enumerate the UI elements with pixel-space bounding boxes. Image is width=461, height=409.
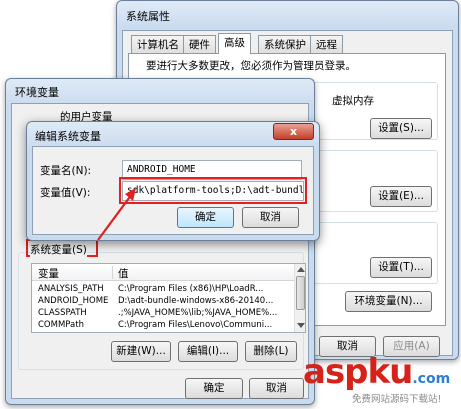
button-label: 应用(A) [393,340,430,352]
button-label: 编辑(I)... [186,345,230,357]
virtual-memory-label: 虚拟内存 [332,95,374,107]
admin-note: 要进行大多数更改，您必须作为管理员登录。 [146,60,356,72]
envvars-cancel-button[interactable]: 取消 [249,378,304,399]
button-label: 取消 [337,340,358,352]
list-scrollbar[interactable] [294,264,305,332]
env-variables-title: 环境变量 [15,86,59,99]
edit-ok-button[interactable]: 确定 [177,207,234,228]
table-row[interactable]: COMMPath C:\Program Files\Lenovo\Communi… [32,319,294,331]
list-header: 变量 值 [32,264,294,281]
row-variable-value: D:\adt-bundle-windows-x86-20140... [118,296,274,306]
tab-remote[interactable]: 远程 [310,35,343,54]
row-variable-name: CLASSPATH [38,308,87,318]
header-divider [112,266,113,279]
delete-variable-button[interactable]: 删除(L) [245,341,297,362]
column-header-variable[interactable]: 变量 [38,266,59,281]
column-header-value[interactable]: 值 [118,266,129,281]
close-icon: x [289,125,298,138]
tab-system-protection[interactable]: 系统保护 [258,35,312,54]
tab-computer-name[interactable]: 计算机名 [131,35,185,54]
tab-hardware[interactable]: 硬件 [183,35,216,54]
watermark-domain: .com [412,371,451,387]
edit-variable-button[interactable]: 编辑(I)... [178,341,238,362]
tab-label: 高级 [224,37,245,49]
system-variables-list[interactable]: 变量 值 ANALYSIS_PATH C:\Program Files (x86… [31,263,306,333]
watermark-tagline: 免费网站源码下载站! [352,394,442,405]
profiles-settings-button[interactable]: 设置(E)... [370,186,432,207]
row-variable-value: .;%JAVA_HOME%\lib;%JAVA_HOME%... [118,308,278,318]
tab-label: 系统保护 [264,39,306,51]
envvars-ok-button[interactable]: 确定 [185,378,243,399]
row-variable-name: COMMPath [38,320,84,330]
watermark-logo: aspku.com [303,352,459,392]
variable-name-label: 变量名(N): [40,165,92,177]
row-variable-value: C:\Program Files\Lenovo\Communi... [118,320,273,330]
scroll-down-icon[interactable] [297,323,305,328]
button-label: 取消 [260,211,281,223]
edit-dialog-title: 编辑系统变量 [35,130,101,143]
row-variable-name: ANALYSIS_PATH [38,284,104,294]
button-label: 新建(W)... [116,345,166,357]
button-label: 确定 [195,211,216,223]
env-variables-button[interactable]: 环境变量(N)... [345,291,432,312]
system-properties-title: 系统属性 [126,10,170,23]
tab-label: 硬件 [189,39,210,51]
row-variable-value: C:\Program Files (x86)\HP\LoadR... [118,284,264,294]
scroll-up-icon[interactable] [297,267,305,272]
button-label: 确定 [203,382,225,394]
button-label: 设置(S)... [378,122,424,134]
scroll-thumb[interactable] [296,276,305,310]
performance-settings-button[interactable]: 设置(S)... [370,118,432,139]
button-label: 环境变量(N)... [354,295,423,307]
annotation-arrow [97,188,136,241]
startup-settings-button[interactable]: 设置(T)... [370,257,432,278]
row-variable-name: ANDROID_HOME [38,296,109,306]
tab-label: 远程 [316,39,337,51]
new-variable-button[interactable]: 新建(W)... [111,341,171,362]
button-label: 删除(L) [253,345,289,357]
field-text: ANDROID_HOME [127,164,196,175]
tab-label: 计算机名 [137,39,179,51]
table-row[interactable]: ANALYSIS_PATH C:\Program Files (x86)\HP\… [32,283,294,295]
close-button[interactable]: x [273,123,314,140]
watermark-brand: aspku [303,352,413,392]
tab-advanced[interactable]: 高级 [218,33,251,54]
system-variables-label: 系统变量(S) [30,242,87,257]
edit-cancel-button[interactable]: 取消 [242,207,299,228]
button-label: 设置(E)... [378,190,424,202]
table-row[interactable]: CLASSPATH .;%JAVA_HOME%\lib;%JAVA_HOME%.… [32,307,294,319]
button-label: 取消 [266,382,287,394]
table-row[interactable]: ANDROID_HOME D:\adt-bundle-windows-x86-2… [32,295,294,307]
button-label: 设置(T)... [378,261,424,273]
variable-value-label: 变量值(V): [40,187,91,199]
